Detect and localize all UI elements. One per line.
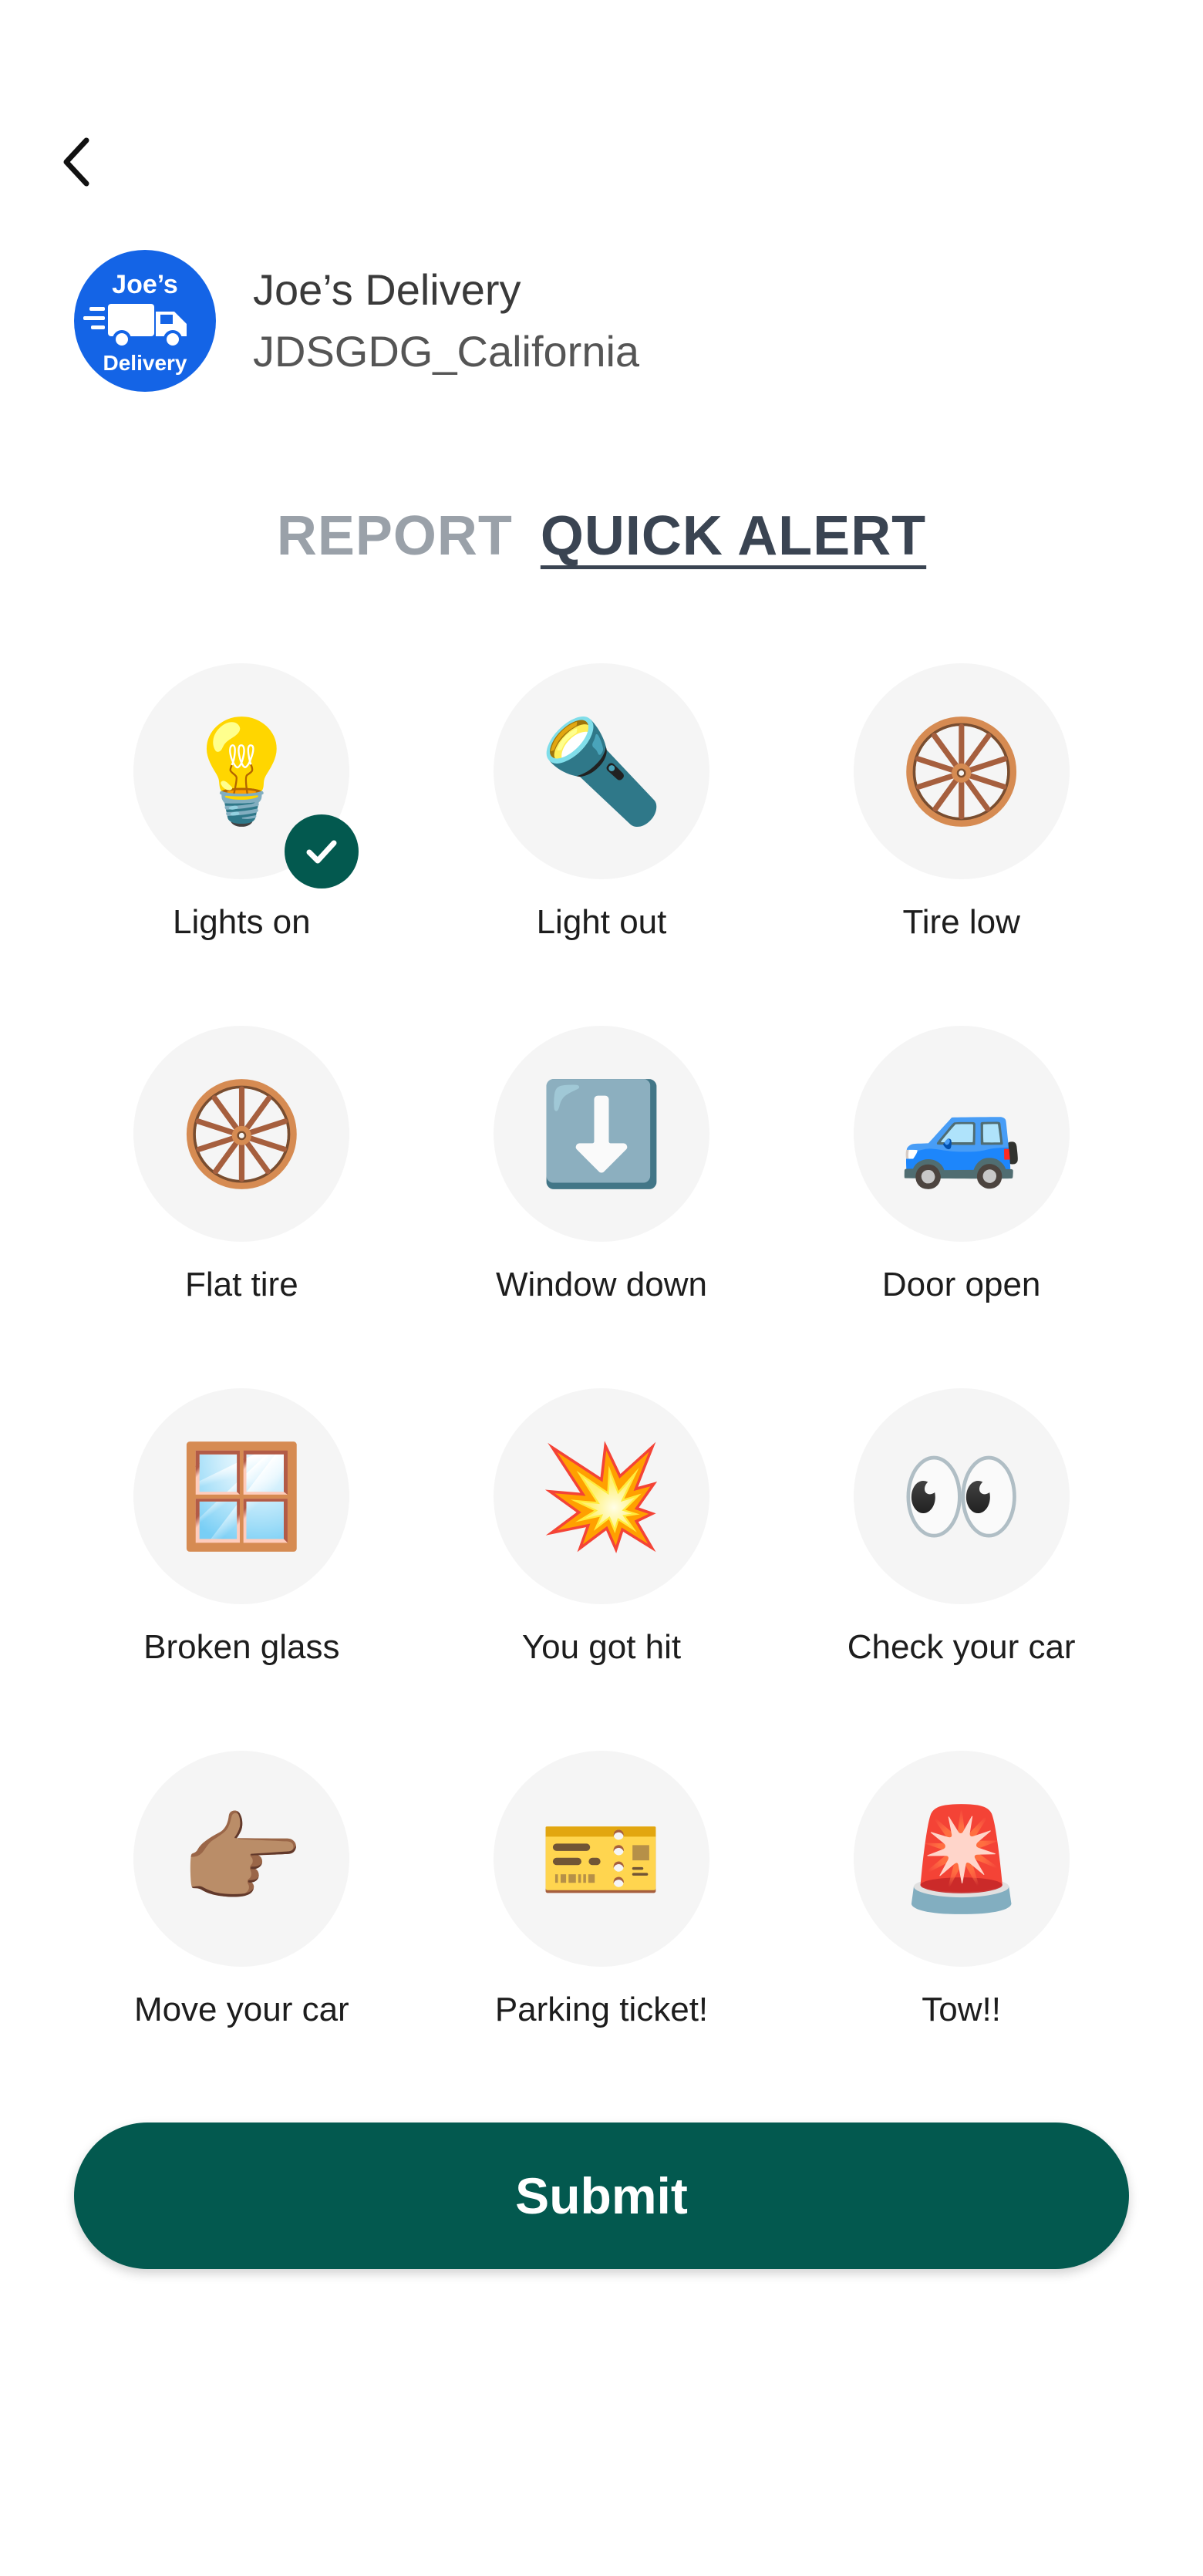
alert-label: Flat tire (184, 1266, 298, 1303)
alert-icon-circle[interactable]: 👉🏽 (133, 1751, 350, 1967)
ticket-icon: 🎫 (539, 1800, 664, 1917)
alert-option[interactable]: ⬇️ Window down (422, 1026, 782, 1308)
alert-label: Parking ticket! (494, 1991, 709, 2028)
profile-header: Joe’s Delivery Joe’s Delivery JDSGDG_Cal… (74, 250, 639, 392)
company-id: JDSGDG_California (253, 327, 640, 376)
back-button[interactable] (54, 123, 131, 201)
alert-label: Move your car (133, 1991, 349, 2028)
alert-icon-circle[interactable]: 🎫 (493, 1751, 709, 1967)
alert-option[interactable]: 🛞 Tire low (781, 663, 1141, 946)
alert-icon-circle[interactable]: ⬇️ (493, 1026, 709, 1242)
alert-label: Light out (536, 903, 667, 941)
submit-button[interactable]: Submit (74, 2123, 1129, 2269)
alert-grid: 💡 Lights on 🔦 Light out 🛞 Tire low 🛞 Flat tire ⬇… (62, 663, 1141, 2033)
company-name: Joe’s Delivery (253, 265, 521, 314)
alert-icon-circle[interactable]: 🛞 (133, 1026, 350, 1242)
alert-option[interactable]: 🔦 Light out (422, 663, 782, 946)
alert-option[interactable]: 🚙 Door open (781, 1026, 1141, 1308)
tab-quick-alert[interactable]: QUICK ALERT (541, 501, 926, 571)
chevron-left-icon (63, 137, 89, 187)
window-icon: 🪟 (179, 1438, 305, 1555)
alert-label: Lights on (173, 903, 311, 941)
alert-label: Window down (496, 1266, 707, 1303)
alert-icon-circle[interactable]: 👀 (853, 1388, 1070, 1604)
alert-label: Check your car (847, 1628, 1076, 1666)
quick-alert-screen: Joe’s Delivery Joe’s Delivery JDSGDG_Cal… (0, 0, 1203, 2576)
alert-option[interactable]: 👀 Check your car (781, 1388, 1141, 1671)
alert-icon-circle[interactable]: 🚨 (853, 1751, 1070, 1967)
alert-icon-circle[interactable]: 🚙 (853, 1026, 1070, 1242)
tire-icon: 🛞 (898, 713, 1024, 830)
tab-bar: REPORT QUICK ALERT (0, 501, 1203, 571)
alert-option[interactable]: 🛞 Flat tire (62, 1026, 422, 1308)
alert-option[interactable]: 🎫 Parking ticket! (422, 1751, 782, 2033)
alert-option[interactable]: 🪟 Broken glass (62, 1388, 422, 1671)
alert-icon-circle[interactable]: 🛞 (853, 663, 1070, 879)
company-logo: Joe’s Delivery (74, 250, 216, 392)
logo-line-1: Joe’s (112, 270, 178, 299)
alert-icon-circle[interactable]: 💥 (493, 1388, 709, 1604)
profile-text: Joe’s Delivery JDSGDG_California (253, 259, 639, 383)
car-icon: 🚙 (898, 1075, 1024, 1192)
alert-option[interactable]: 👉🏽 Move your car (62, 1751, 422, 2033)
alert-option[interactable]: 💡 Lights on (62, 663, 422, 946)
light-bulb-icon: 💡 (179, 713, 305, 830)
down-arrow-icon: ⬇️ (539, 1075, 664, 1192)
pointing-hand-icon: 👉🏽 (179, 1800, 305, 1917)
logo-line-2: Delivery (103, 351, 187, 375)
alert-label: You got hit (521, 1628, 682, 1666)
alert-label: Door open (881, 1266, 1041, 1303)
alert-label: Tow!! (922, 1991, 1001, 2028)
checkmark-icon (285, 814, 359, 888)
alert-option[interactable]: 💥 You got hit (422, 1388, 782, 1671)
alert-icon-circle[interactable]: 💡 (133, 663, 359, 888)
collision-icon: 💥 (539, 1438, 664, 1555)
delivery-truck-logo: Joe’s Delivery (83, 270, 187, 375)
flashlight-icon: 🔦 (539, 713, 664, 830)
alert-label: Tire low (902, 903, 1020, 941)
alert-option[interactable]: 🚨 Tow!! (781, 1751, 1141, 2033)
alert-icon-circle[interactable]: 🔦 (493, 663, 709, 879)
alert-icon-circle[interactable]: 🪟 (133, 1388, 350, 1604)
eyes-icon: 👀 (898, 1438, 1024, 1555)
tab-report[interactable]: REPORT (277, 501, 513, 571)
tire-icon: 🛞 (179, 1075, 305, 1192)
alert-label: Broken glass (143, 1628, 340, 1666)
siren-icon: 🚨 (898, 1800, 1024, 1917)
